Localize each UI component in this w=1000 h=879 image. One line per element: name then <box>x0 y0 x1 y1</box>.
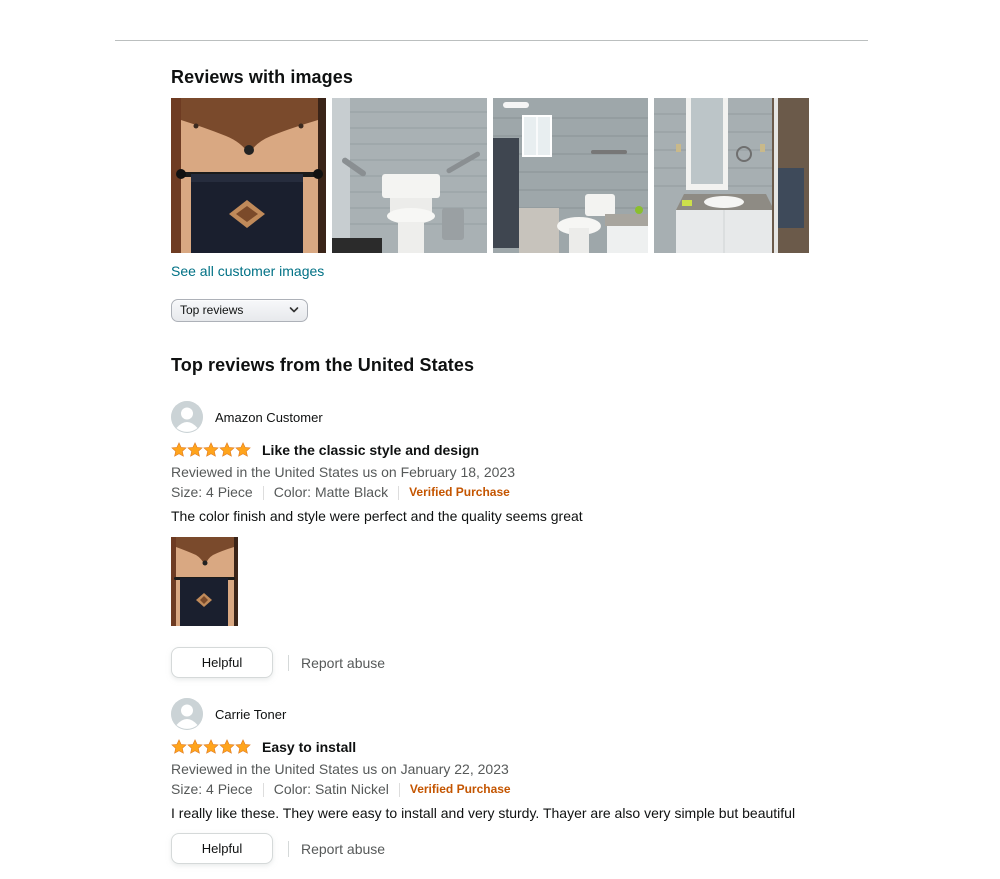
customer-image-thumbnail-1[interactable] <box>171 98 326 253</box>
chevron-down-icon <box>289 307 299 313</box>
customer-image-strip <box>171 98 809 253</box>
helpful-button[interactable]: Helpful <box>171 833 273 864</box>
review-color[interactable]: Color: Satin Nickel <box>274 779 389 800</box>
separator <box>262 782 264 797</box>
separator <box>262 485 264 500</box>
report-abuse-link[interactable]: Report abuse <box>301 655 385 671</box>
review-format-strip: Size: 4 Piece Color: Matte Black Verifie… <box>171 482 871 503</box>
star-filled-icon <box>219 739 235 754</box>
separator <box>288 654 289 671</box>
reviews-with-images-heading: Reviews with images <box>171 67 353 87</box>
review-card: Amazon Customer Like the classic style a… <box>171 401 871 678</box>
verified-purchase-badge: Verified Purchase <box>409 485 510 499</box>
review-profile[interactable]: Amazon Customer <box>171 401 871 433</box>
review-date: Reviewed in the United States us on Febr… <box>171 464 515 480</box>
review-format-strip: Size: 4 Piece Color: Satin Nickel Verifi… <box>171 779 871 800</box>
star-rating[interactable] <box>171 442 251 458</box>
review-card: Carrie Toner Easy to install Reviewed in… <box>171 698 871 864</box>
customer-image-thumbnail-2[interactable] <box>332 98 487 253</box>
default-profile-avatar-icon <box>171 698 203 730</box>
star-filled-icon <box>171 739 187 754</box>
review-title[interactable]: Easy to install <box>262 739 356 755</box>
top-reviews-heading: Top reviews from the United States <box>171 355 475 375</box>
customer-image-thumbnail-4[interactable] <box>654 98 809 253</box>
review-profile[interactable]: Carrie Toner <box>171 698 871 730</box>
star-filled-icon <box>235 442 251 457</box>
star-filled-icon <box>203 442 219 457</box>
helpful-button[interactable]: Helpful <box>171 647 273 678</box>
reviewer-name: Carrie Toner <box>215 706 287 722</box>
review-body: I really like these. They were easy to i… <box>171 805 796 821</box>
review-date: Reviewed in the United States us on Janu… <box>171 761 509 777</box>
report-abuse-link[interactable]: Report abuse <box>301 841 385 857</box>
separator <box>398 485 400 500</box>
see-all-customer-images-link[interactable]: See all customer images <box>171 263 324 279</box>
star-filled-icon <box>187 442 203 457</box>
verified-purchase-badge: Verified Purchase <box>409 782 511 796</box>
star-filled-icon <box>187 739 203 754</box>
section-divider <box>115 40 868 41</box>
star-filled-icon <box>235 739 251 754</box>
separator <box>288 840 289 857</box>
review-size[interactable]: Size: 4 Piece <box>171 779 253 800</box>
reviewer-name: Amazon Customer <box>215 409 323 425</box>
sort-selected-value: Top reviews <box>180 303 244 317</box>
review-image-thumbnail[interactable] <box>171 537 238 626</box>
sort-reviews-dropdown[interactable]: Top reviews <box>171 299 308 322</box>
review-size[interactable]: Size: 4 Piece <box>171 482 253 503</box>
star-rating[interactable] <box>171 739 251 755</box>
review-title[interactable]: Like the classic style and design <box>262 442 479 458</box>
star-filled-icon <box>171 442 187 457</box>
review-body: The color finish and style were perfect … <box>171 508 583 524</box>
star-filled-icon <box>203 739 219 754</box>
customer-image-thumbnail-3[interactable] <box>493 98 648 253</box>
separator <box>398 782 400 797</box>
review-color[interactable]: Color: Matte Black <box>274 482 388 503</box>
star-filled-icon <box>219 442 235 457</box>
default-profile-avatar-icon <box>171 401 203 433</box>
